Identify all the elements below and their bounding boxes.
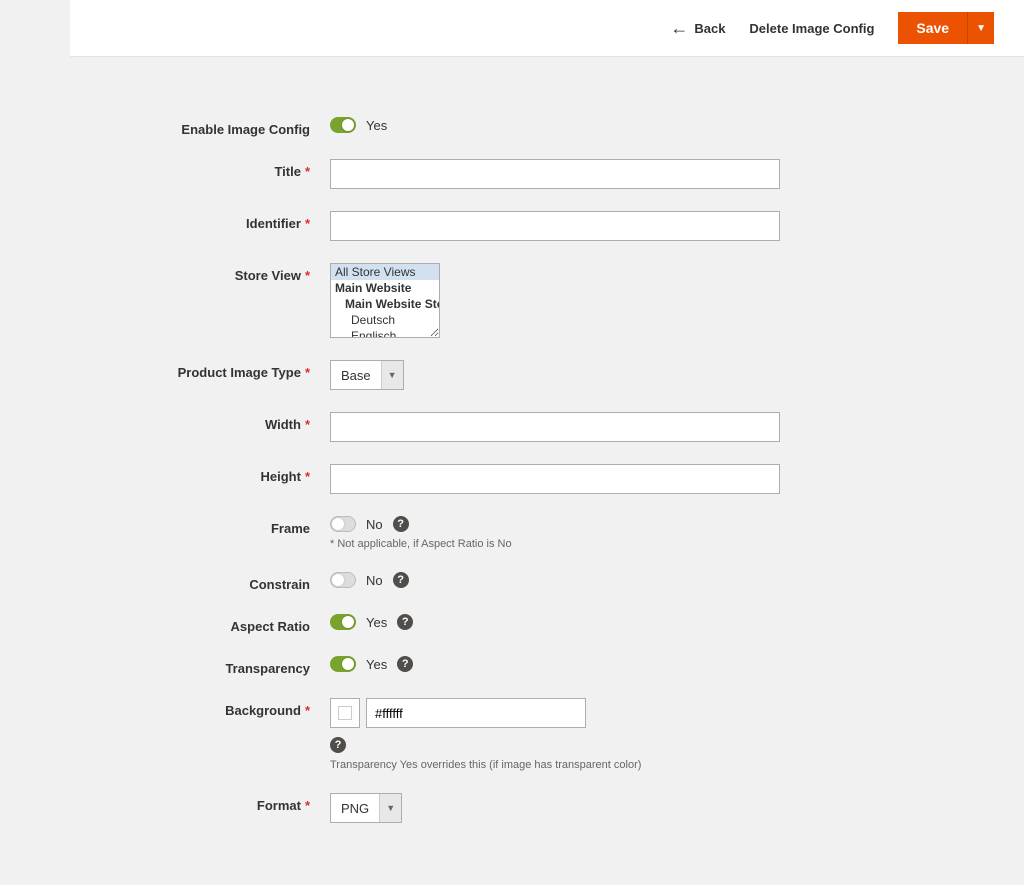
- toggle-enable-value: Yes: [366, 118, 387, 133]
- back-label: Back: [694, 21, 725, 36]
- row-aspect-ratio: Aspect Ratio Yes ?: [110, 614, 984, 634]
- label-background: Background*: [110, 698, 330, 718]
- help-icon[interactable]: ?: [397, 656, 413, 672]
- label-transparency: Transparency: [110, 656, 330, 676]
- label-height: Height*: [110, 464, 330, 484]
- label-product-image-type: Product Image Type*: [110, 360, 330, 380]
- store-option[interactable]: All Store Views: [331, 264, 439, 280]
- toggle-constrain[interactable]: [330, 572, 356, 588]
- caret-down-icon: ▼: [976, 23, 986, 34]
- store-option[interactable]: Main Website Store: [331, 296, 439, 312]
- config-form: Enable Image Config Yes Title* Identifie…: [70, 57, 1024, 885]
- input-height[interactable]: [330, 464, 780, 494]
- store-option[interactable]: Englisch: [331, 328, 439, 338]
- arrow-left-icon: ←: [670, 19, 688, 37]
- help-icon[interactable]: ?: [330, 737, 346, 753]
- color-swatch[interactable]: [330, 698, 360, 728]
- store-option[interactable]: Main Website: [331, 280, 439, 296]
- row-enable: Enable Image Config Yes: [110, 117, 984, 137]
- row-product-image-type: Product Image Type* Base ▼: [110, 360, 984, 390]
- label-format: Format*: [110, 793, 330, 813]
- row-frame: Frame No ? * Not applicable, if Aspect R…: [110, 516, 984, 550]
- color-swatch-preview: [338, 706, 352, 720]
- label-frame: Frame: [110, 516, 330, 536]
- select-store-view[interactable]: All Store Views Main Website Main Websit…: [330, 263, 440, 338]
- caret-down-icon: ▼: [381, 361, 403, 389]
- label-constrain: Constrain: [110, 572, 330, 592]
- toggle-aspect-ratio-value: Yes: [366, 615, 387, 630]
- input-background[interactable]: [366, 698, 586, 728]
- label-store-view: Store View*: [110, 263, 330, 283]
- select-product-image-type[interactable]: Base ▼: [330, 360, 404, 390]
- top-action-bar: ← Back Delete Image Config Save ▼: [70, 0, 1024, 57]
- input-width[interactable]: [330, 412, 780, 442]
- select-value: PNG: [331, 801, 379, 816]
- help-icon[interactable]: ?: [393, 572, 409, 588]
- hint-frame: * Not applicable, if Aspect Ratio is No: [330, 538, 780, 550]
- toggle-transparency-value: Yes: [366, 657, 387, 672]
- label-title: Title*: [110, 159, 330, 179]
- label-enable: Enable Image Config: [110, 117, 330, 137]
- row-title: Title*: [110, 159, 984, 189]
- toggle-constrain-value: No: [366, 573, 383, 588]
- caret-down-icon: ▼: [379, 794, 401, 822]
- delete-button[interactable]: Delete Image Config: [749, 21, 874, 36]
- save-dropdown-toggle[interactable]: ▼: [967, 12, 994, 44]
- select-value: Base: [331, 368, 381, 383]
- help-icon[interactable]: ?: [393, 516, 409, 532]
- save-button-group: Save ▼: [898, 12, 994, 44]
- row-identifier: Identifier*: [110, 211, 984, 241]
- row-background: Background* ? Transparency Yes overrides…: [110, 698, 984, 771]
- toggle-aspect-ratio[interactable]: [330, 614, 356, 630]
- label-aspect-ratio: Aspect Ratio: [110, 614, 330, 634]
- row-transparency: Transparency Yes ?: [110, 656, 984, 676]
- toggle-frame-value: No: [366, 517, 383, 532]
- input-identifier[interactable]: [330, 211, 780, 241]
- save-button[interactable]: Save: [898, 12, 967, 44]
- hint-background: Transparency Yes overrides this (if imag…: [330, 759, 780, 771]
- row-height: Height*: [110, 464, 984, 494]
- label-identifier: Identifier*: [110, 211, 330, 231]
- row-width: Width*: [110, 412, 984, 442]
- back-button[interactable]: ← Back: [670, 19, 725, 37]
- row-format: Format* PNG ▼: [110, 793, 984, 823]
- toggle-frame[interactable]: [330, 516, 356, 532]
- help-icon[interactable]: ?: [397, 614, 413, 630]
- select-format[interactable]: PNG ▼: [330, 793, 402, 823]
- store-option[interactable]: Deutsch: [331, 312, 439, 328]
- row-constrain: Constrain No ?: [110, 572, 984, 592]
- row-store-view: Store View* All Store Views Main Website…: [110, 263, 984, 338]
- toggle-enable[interactable]: [330, 117, 356, 133]
- toggle-transparency[interactable]: [330, 656, 356, 672]
- input-title[interactable]: [330, 159, 780, 189]
- label-width: Width*: [110, 412, 330, 432]
